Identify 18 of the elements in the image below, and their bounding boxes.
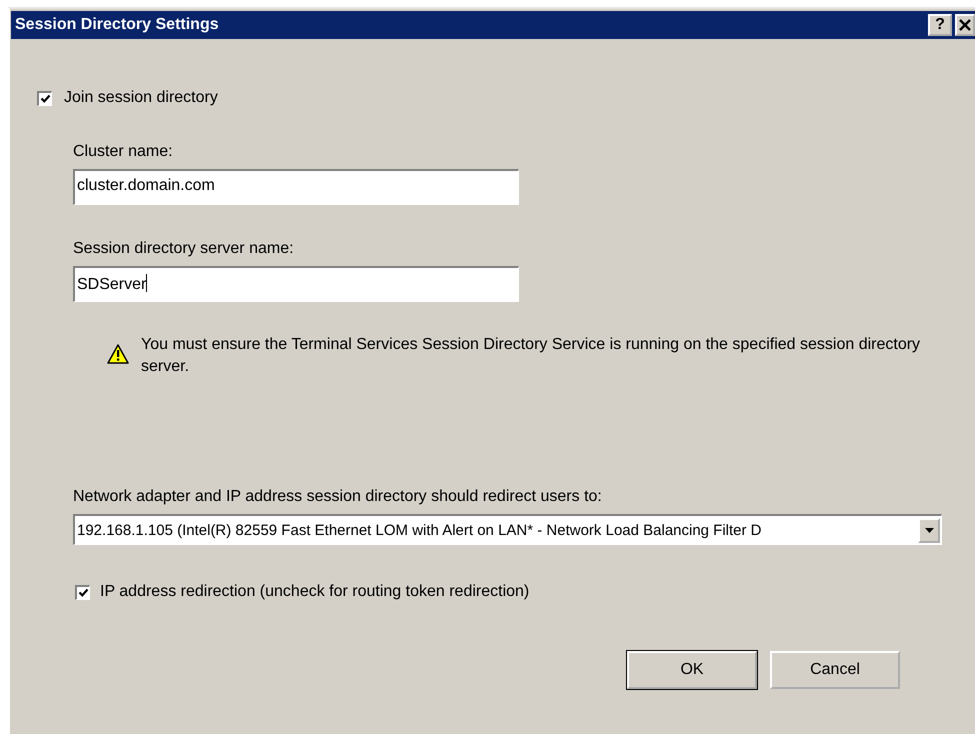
input-field[interactable]: cluster.domain.com bbox=[73, 169, 519, 205]
help-button[interactable]: ? bbox=[928, 14, 952, 36]
checkbox-label: IP address redirection (uncheck for routing token redirection) bbox=[100, 583, 530, 601]
input-field[interactable]: SDServer bbox=[73, 266, 519, 302]
field-label: Session directory server name: bbox=[73, 240, 295, 258]
ok-button[interactable]: OK bbox=[627, 651, 757, 689]
checkbox[interactable] bbox=[75, 584, 90, 600]
close-icon bbox=[959, 19, 971, 31]
close-button[interactable] bbox=[955, 14, 975, 36]
warning-message: You must ensure the Terminal Services Session Directory Service is running on the specified session directory server. bbox=[141, 335, 922, 377]
cancel-button[interactable]: Cancel bbox=[770, 651, 900, 689]
window-title: Session Directory Settings bbox=[15, 16, 219, 34]
field-label: Cluster name: bbox=[73, 143, 174, 161]
checkbox[interactable] bbox=[37, 90, 52, 106]
warning-icon bbox=[107, 344, 129, 364]
adapter-dropdown[interactable]: 192.168.1.105 (Intel(R) 82559 Fast Ethernet LOM with Alert on LAN* - Network Load Balancing Filter D bbox=[73, 514, 942, 545]
field-label: Network adapter and IP address session directory should redirect users to: bbox=[73, 488, 603, 506]
checkbox-label: Join session directory bbox=[64, 89, 218, 107]
